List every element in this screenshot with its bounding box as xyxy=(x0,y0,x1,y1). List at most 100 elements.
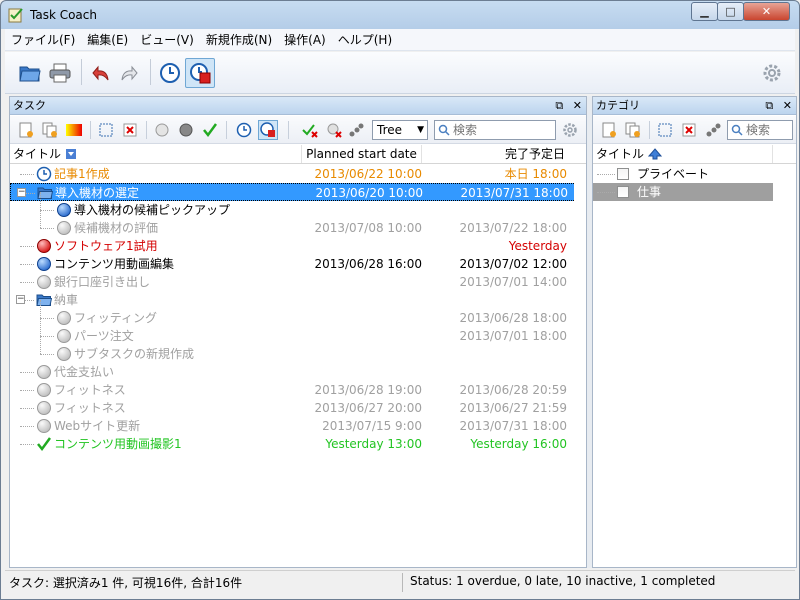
task-row[interactable]: フィットネス 2013/06/27 20:00 2013/06/27 21:59 xyxy=(10,399,586,417)
column-title-label: タイトル xyxy=(13,147,62,161)
mark-completed-button[interactable] xyxy=(200,120,220,140)
clock-icon xyxy=(160,63,180,83)
category-select-button[interactable] xyxy=(655,120,675,140)
filter-button[interactable] xyxy=(346,120,366,140)
collapse-toggle[interactable]: − xyxy=(16,295,25,304)
printer-icon xyxy=(49,63,71,83)
title-bar[interactable]: Task Coach ▁ □ ✕ xyxy=(1,1,799,29)
task-row[interactable]: フィットネス 2013/06/28 19:00 2013/06/28 20:59 xyxy=(10,381,586,399)
task-row[interactable]: サブタスクの新規作成 xyxy=(10,345,586,363)
column-planned-start[interactable]: Planned start date xyxy=(302,145,422,163)
category-filter-button[interactable] xyxy=(703,120,723,140)
task-row[interactable]: コンテンツ用動画撮影1 Yesterday 13:00 Yesterday 16:0… xyxy=(10,435,586,453)
categories-panel-title: カテゴリ xyxy=(596,99,640,112)
tasks-search-box[interactable] xyxy=(434,120,556,140)
task-row[interactable]: 記事1作成 2013/06/22 10:00 本日 18:00 xyxy=(10,165,586,183)
category-row[interactable]: 仕事 xyxy=(593,183,773,201)
minimize-button[interactable]: ▁ xyxy=(691,2,718,21)
category-row[interactable]: プライベート xyxy=(593,165,773,183)
collapse-toggle[interactable]: − xyxy=(17,188,26,197)
new-subtask-button[interactable] xyxy=(40,120,60,140)
tree-connector xyxy=(20,282,34,283)
categories-search-box[interactable] xyxy=(727,120,793,140)
task-row[interactable]: − 導入機材の選定 2013/06/20 10:00 2013/07/31 18:00 xyxy=(10,183,586,201)
task-row[interactable]: パーツ注文 2013/07/01 18:00 xyxy=(10,327,586,345)
view-mode-select[interactable]: Tree ▼ xyxy=(372,120,428,140)
grey-ball-icon xyxy=(36,382,52,398)
categories-panel: カテゴリ ⧉ ✕ 検索 タイトル プライベート 仕事 xyxy=(592,96,797,568)
task-row[interactable]: フィッティング 2013/06/28 18:00 xyxy=(10,309,586,327)
task-title: 導入機材の候補ピックアップ xyxy=(74,203,231,217)
stop-effort-button[interactable] xyxy=(258,120,278,140)
task-due-date: Yesterday xyxy=(508,239,567,253)
new-task-button[interactable] xyxy=(16,120,36,140)
task-title: 銀行口座引き出し xyxy=(54,275,151,289)
task-row[interactable]: ソフトウェア1試用 Yesterday xyxy=(10,237,586,255)
task-row[interactable]: 銀行口座引き出し 2013/07/01 14:00 xyxy=(10,273,586,291)
category-checkbox[interactable] xyxy=(617,168,629,180)
column-title[interactable]: タイトル xyxy=(10,145,302,163)
category-title: プライベート xyxy=(637,167,710,181)
delete-button[interactable] xyxy=(120,120,140,140)
mark-inactive-button[interactable] xyxy=(152,120,172,140)
open-button[interactable] xyxy=(15,58,45,88)
panel-close-icon[interactable]: ✕ xyxy=(573,99,582,112)
menu-view[interactable]: ビュー(V) xyxy=(134,30,200,50)
undo-icon xyxy=(92,65,109,81)
checkmark-icon xyxy=(203,123,218,138)
task-row[interactable]: コンテンツ用動画編集 2013/06/28 16:00 2013/07/02 12:… xyxy=(10,255,586,273)
hide-inactive-button[interactable] xyxy=(324,120,344,140)
tree-connector xyxy=(40,228,54,229)
task-row[interactable]: 代金支払い xyxy=(10,363,586,381)
blue-ball-icon xyxy=(56,202,72,218)
network-icon xyxy=(706,123,721,137)
task-title: パーツ注文 xyxy=(74,329,134,343)
panel-close-icon[interactable]: ✕ xyxy=(783,99,792,112)
new-category-button[interactable] xyxy=(599,120,619,140)
tree-connector xyxy=(20,390,34,391)
column-due[interactable]: 完了予定日 xyxy=(422,145,567,163)
grey-ball-icon xyxy=(36,418,52,434)
menu-help[interactable]: ヘルプ(H) xyxy=(332,30,398,50)
task-due-date: 2013/07/01 14:00 xyxy=(459,275,567,289)
close-button[interactable]: ✕ xyxy=(743,2,790,21)
task-row[interactable]: 候補機材の評価 2013/07/08 10:00 2013/07/22 18:00 xyxy=(10,219,586,237)
redo-button[interactable] xyxy=(115,58,145,88)
category-column-title[interactable]: タイトル xyxy=(593,145,773,163)
task-row[interactable]: − 納車 xyxy=(10,291,586,309)
panel-float-icon[interactable]: ⧉ xyxy=(555,99,563,112)
vertical-scrollbar[interactable] xyxy=(574,165,586,567)
hide-completed-button[interactable] xyxy=(300,120,320,140)
clock-icon xyxy=(36,166,52,182)
view-mode-value: Tree xyxy=(377,123,403,137)
tasks-search-input[interactable] xyxy=(439,122,555,138)
settings-button[interactable] xyxy=(757,58,787,88)
menu-file[interactable]: ファイル(F) xyxy=(5,30,81,50)
task-title: 導入機材の選定 xyxy=(55,186,140,200)
start-effort-button[interactable] xyxy=(234,120,254,140)
menu-edit[interactable]: 編集(E) xyxy=(81,30,134,50)
start-tracking-button[interactable] xyxy=(155,58,185,88)
print-button[interactable] xyxy=(45,58,75,88)
grey-ball-icon xyxy=(36,274,52,290)
panel-float-icon[interactable]: ⧉ xyxy=(765,99,773,112)
category-delete-button[interactable] xyxy=(679,120,699,140)
mark-active-button[interactable] xyxy=(176,120,196,140)
color-button[interactable] xyxy=(64,120,84,140)
menu-new[interactable]: 新規作成(N) xyxy=(200,30,278,50)
select-all-button[interactable] xyxy=(96,120,116,140)
status-task-count: タスク: 選択済み1 件, 可視16件, 合計16件 xyxy=(9,576,243,590)
task-row[interactable]: Webサイト更新 2013/07/15 9:00 2013/07/31 18:00 xyxy=(10,417,586,435)
stop-tracking-button[interactable] xyxy=(185,58,215,88)
grey-ball-icon xyxy=(56,328,72,344)
tasks-column-header: タイトル Planned start date 完了予定日 xyxy=(10,145,586,164)
task-title: 記事1作成 xyxy=(54,167,110,181)
new-subcategory-button[interactable] xyxy=(623,120,643,140)
maximize-button[interactable]: □ xyxy=(717,2,744,21)
menu-actions[interactable]: 操作(A) xyxy=(278,30,332,50)
category-checkbox[interactable] xyxy=(617,186,629,198)
search-options-button[interactable] xyxy=(560,120,580,140)
delete-icon xyxy=(123,123,137,137)
task-row[interactable]: 導入機材の候補ピックアップ xyxy=(10,201,586,219)
undo-button[interactable] xyxy=(85,58,115,88)
